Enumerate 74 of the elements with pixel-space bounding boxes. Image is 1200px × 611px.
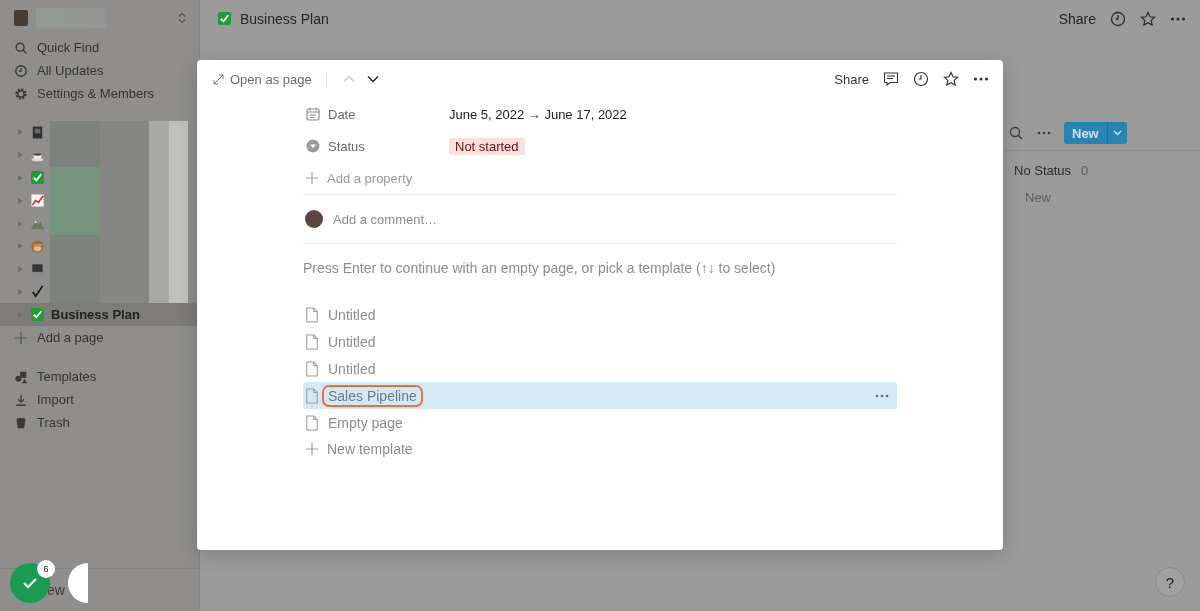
sidebar-item[interactable]: All Updates (0, 59, 199, 82)
calendar-icon (305, 106, 321, 122)
add-property-button[interactable]: Add a property (327, 170, 413, 186)
add-page-button[interactable]: Add a page (0, 326, 199, 350)
caret-icon[interactable] (1112, 130, 1122, 136)
comment-icon[interactable] (883, 71, 899, 87)
property-name: Date (328, 106, 356, 122)
gear-icon (14, 86, 28, 101)
expand-arrow-icon[interactable] (16, 287, 24, 296)
trash-icon (14, 415, 28, 430)
expand-arrow-icon[interactable] (16, 219, 24, 228)
check-icon (22, 577, 38, 589)
expand-arrow-icon[interactable] (16, 174, 24, 182)
expand-arrow-icon[interactable] (16, 196, 24, 205)
notebook-icon (30, 124, 45, 140)
clock-icon[interactable] (913, 71, 929, 87)
import-icon (14, 392, 28, 407)
status-icon (305, 138, 321, 154)
check-box-icon (30, 170, 45, 186)
new-page-button[interactable]: ew (47, 582, 65, 598)
expand-arrow-icon[interactable] (16, 151, 24, 160)
sidebar-item[interactable]: Templates (0, 365, 199, 389)
templates-icon (14, 369, 28, 384)
sidebar-item[interactable]: Trash (0, 411, 199, 435)
open-as-page-button[interactable]: Open as page (213, 71, 312, 87)
laptop-icon (30, 261, 45, 277)
template-item[interactable]: Sales Pipeline (303, 382, 897, 410)
monkey-icon (30, 238, 45, 254)
status-tag[interactable]: Not started (449, 137, 525, 155)
new-button[interactable]: New (1064, 122, 1127, 144)
page-icon (305, 361, 319, 377)
page-icon (305, 414, 319, 431)
share-button[interactable]: Share (1058, 10, 1096, 27)
tick-icon (30, 284, 45, 300)
group-count: 0 (1081, 162, 1089, 178)
expand-arrow-icon[interactable] (16, 242, 24, 251)
property-name: Status (328, 138, 365, 154)
template-item[interactable]: Untitled (303, 328, 897, 356)
add-card-button[interactable]: New (1025, 190, 1051, 205)
clock-icon (14, 63, 28, 78)
sidebar-item[interactable]: Import (0, 388, 199, 412)
clock-icon[interactable] (1110, 10, 1126, 27)
template-prompt: Press Enter to continue with an empty page, or pick a template (↑↓ to select) (303, 260, 776, 276)
expand-arrow-icon[interactable] (16, 128, 24, 137)
template-item[interactable]: Untitled (303, 302, 897, 329)
check-box-icon (30, 307, 45, 323)
check-box-icon (217, 11, 232, 26)
property-value[interactable]: June 5, 2022 → June 17, 2022 (449, 106, 627, 122)
avatar-icon (14, 10, 28, 26)
page-icon (305, 307, 319, 324)
template-item[interactable]: Empty page (303, 409, 897, 436)
help-button[interactable]: ? (1155, 567, 1185, 597)
template-item[interactable]: Untitled (303, 355, 897, 383)
new-template-button[interactable]: New template (327, 441, 413, 458)
page-icon (305, 387, 319, 404)
switcher-icon[interactable] (177, 12, 187, 24)
plus-icon (14, 330, 28, 345)
plus-icon (305, 171, 319, 185)
avatar-icon (305, 210, 323, 228)
star-icon[interactable] (1140, 10, 1156, 27)
sidebar-item[interactable]: Quick Find (0, 36, 199, 59)
expand-icon (213, 73, 224, 85)
page-title: Business Plan (240, 10, 329, 27)
chart-icon (30, 193, 45, 209)
search-icon[interactable] (1008, 125, 1024, 141)
sidebar-item[interactable]: Settings & Members (0, 82, 199, 105)
page-item[interactable]: Business Plan (0, 303, 199, 327)
plus-icon (305, 442, 319, 457)
expand-arrow-icon[interactable] (16, 265, 24, 274)
search-icon (14, 40, 28, 55)
group-label: No Status (1014, 162, 1072, 178)
star-icon[interactable] (943, 71, 959, 87)
page-icon (305, 334, 319, 351)
share-button[interactable]: Share (834, 71, 869, 87)
